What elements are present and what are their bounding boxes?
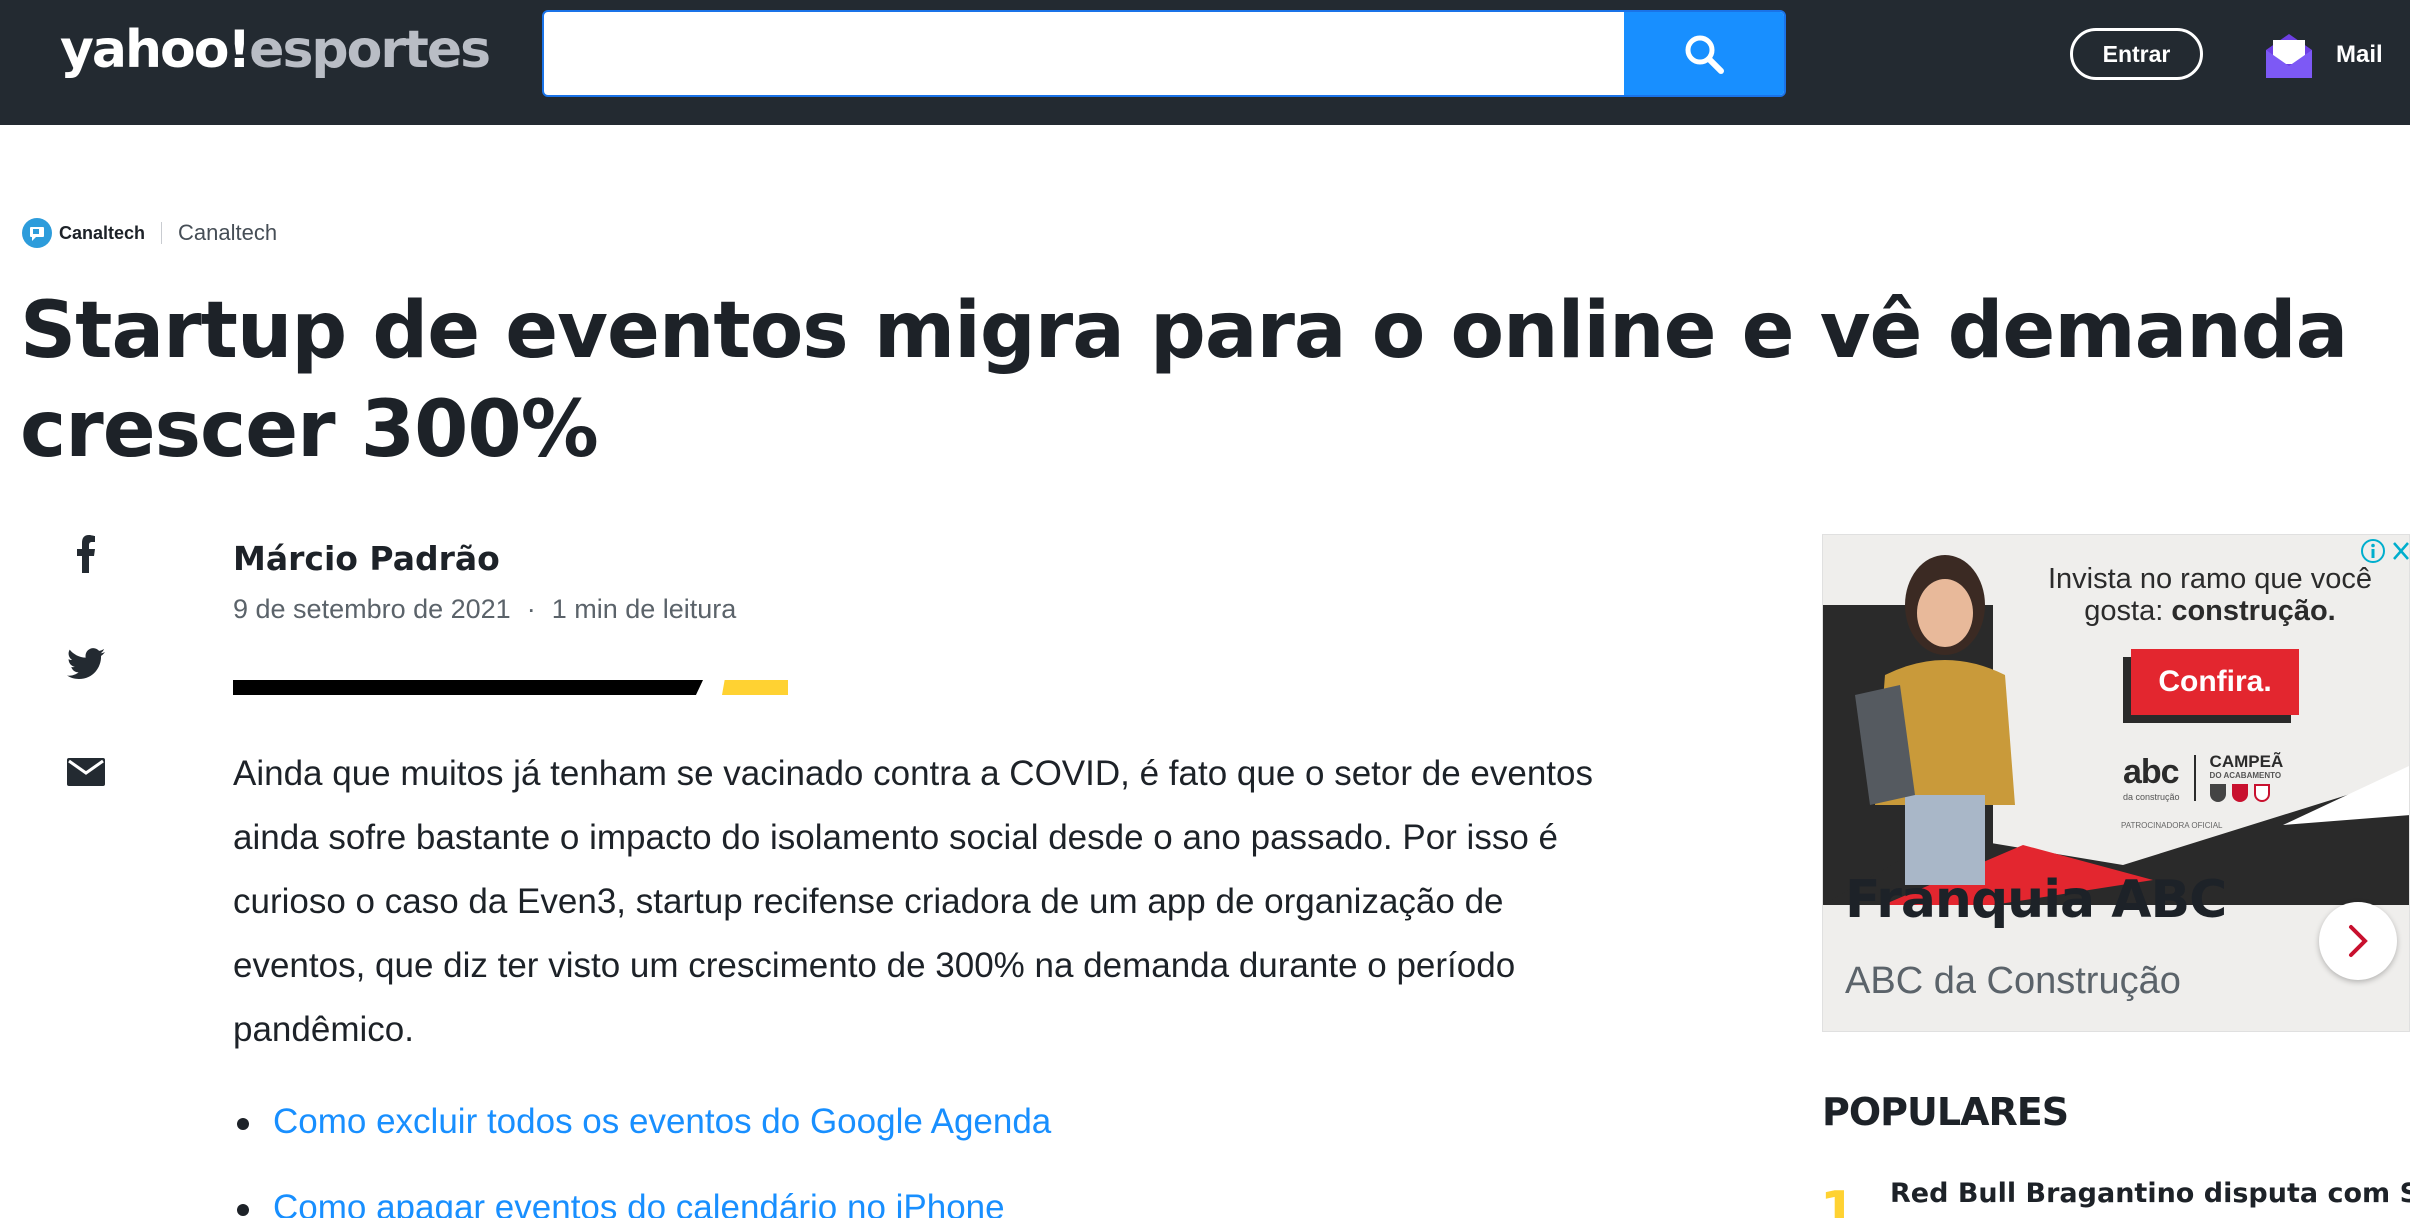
read-time: 1 min de leitura xyxy=(551,594,737,624)
share-facebook-button[interactable] xyxy=(64,532,108,576)
search-input[interactable] xyxy=(544,12,1626,95)
source-brand[interactable]: Canaltech xyxy=(22,218,145,248)
club-badge-icon xyxy=(2253,784,2270,802)
popular-rank: 1 xyxy=(1820,1181,1857,1218)
club-badges xyxy=(2209,784,2284,802)
related-link-item: Como excluir todos os eventos do Google … xyxy=(233,1090,1051,1176)
source-brand-label: Canaltech xyxy=(59,222,146,243)
publish-date: 9 de setembro de 2021 xyxy=(233,594,511,624)
article-meta: 9 de setembro de 2021 · 1 min de leitura xyxy=(233,594,736,625)
email-icon xyxy=(67,758,105,786)
ad-title: Franquia ABC xyxy=(1845,870,2227,930)
search-box xyxy=(542,10,1786,97)
related-link[interactable]: Como apagar eventos do calendário no iPh… xyxy=(273,1188,1005,1218)
ad-woman-image xyxy=(1855,555,2015,885)
meta-separator: · xyxy=(526,594,536,624)
yahoo-esportes-logo[interactable]: yahoo! esportes xyxy=(60,20,491,90)
mail-envelope-icon xyxy=(2266,34,2312,78)
search-button[interactable] xyxy=(1624,12,1784,95)
canaltech-logo-icon xyxy=(22,218,52,248)
decorative-black-bar xyxy=(233,680,703,695)
article-title: Startup de eventos migra para o online e… xyxy=(20,286,2348,475)
ad-next-button[interactable] xyxy=(2319,902,2397,980)
abc-logo-text: abc xyxy=(2123,753,2180,791)
login-button[interactable]: Entrar xyxy=(2070,28,2203,80)
logo-sub-text: esportes xyxy=(249,20,491,80)
source-divider xyxy=(161,222,163,244)
club-badge-icon xyxy=(2209,784,2226,802)
club-badge-icon xyxy=(2231,784,2248,802)
facebook-icon xyxy=(77,535,95,573)
ad-close-icon[interactable] xyxy=(2392,540,2410,562)
ad-brand-logos: abc da construção CAMPEÃ DO ACABAMENTO xyxy=(2123,753,2283,802)
related-link-item: Como apagar eventos do calendário no iPh… xyxy=(233,1176,1051,1218)
ad-subtitle: ABC da Construção xyxy=(1845,960,2181,1002)
abc-logo-subtext: da construção xyxy=(2123,792,2180,802)
chevron-right-icon xyxy=(2349,925,2368,957)
ad-cta-button[interactable]: Confira. xyxy=(2131,649,2299,715)
article-paragraph: Ainda que muitos já tenham se vacinado c… xyxy=(233,754,1593,1049)
popular-item-title[interactable]: Red Bull Bragantino disputa com Santo xyxy=(1890,1178,2410,1209)
author-name[interactable]: Márcio Padrão xyxy=(233,539,500,578)
ad-headline: Invista no ramo que você gosta: construç… xyxy=(2047,563,2372,627)
mail-link[interactable]: Mail xyxy=(2264,26,2383,84)
twitter-icon xyxy=(67,648,105,680)
top-navigation-bar: yahoo! esportes Entrar Mail xyxy=(0,0,2410,125)
decorative-yellow-bar xyxy=(722,680,788,695)
share-email-button[interactable] xyxy=(64,750,108,794)
related-links-list: Como excluir todos os eventos do Google … xyxy=(233,1090,1051,1218)
logo-main-text: yahoo! xyxy=(60,20,251,80)
source-name[interactable]: Canaltech xyxy=(178,220,277,246)
populares-heading: POPULARES xyxy=(1822,1090,2069,1134)
campea-logo-text: CAMPEÃ xyxy=(2209,752,2284,771)
brand-divider xyxy=(2193,754,2196,801)
related-link[interactable]: Como excluir todos os eventos do Google … xyxy=(273,1102,1051,1141)
share-twitter-button[interactable] xyxy=(64,642,108,686)
mail-label: Mail xyxy=(2336,41,2383,68)
article-source: Canaltech Canaltech xyxy=(22,216,277,250)
ad-info-icon[interactable] xyxy=(2360,538,2386,564)
campea-logo-subtext: DO ACABAMENTO xyxy=(2209,771,2282,780)
search-icon xyxy=(1685,35,1724,74)
advertisement[interactable]: Invista no ramo que você gosta: construç… xyxy=(1822,534,2410,1032)
ad-sponsor-note: PATROCINADORA OFICIAL xyxy=(2121,821,2223,830)
